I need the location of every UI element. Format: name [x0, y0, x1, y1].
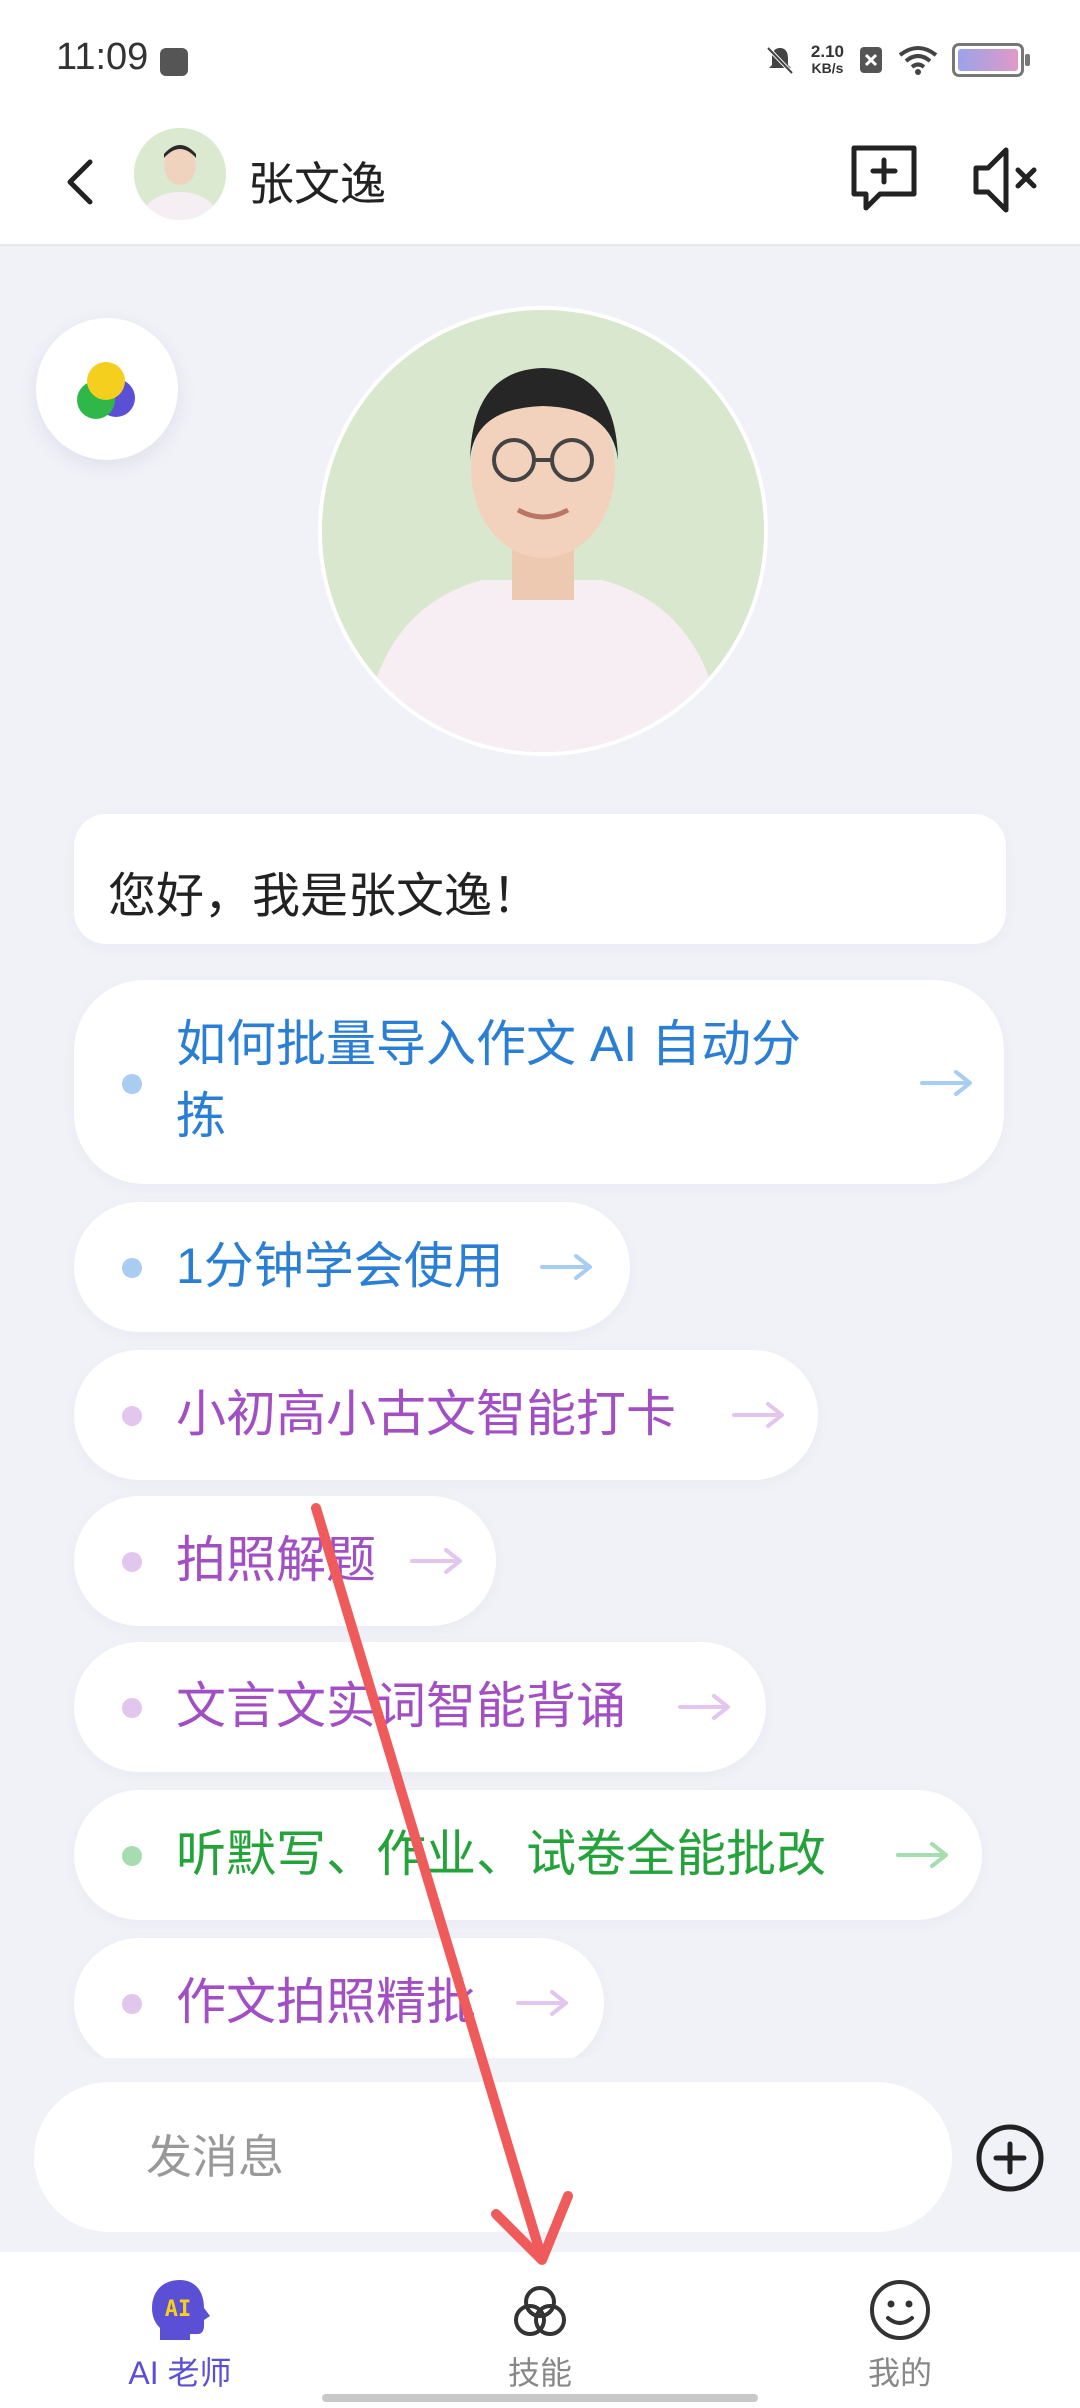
home-indicator[interactable]: [322, 2394, 758, 2402]
bottom-nav: AI AI 老师 技能 我的: [0, 2252, 1080, 2408]
suggestion-chip[interactable]: 小初高小古文智能打卡: [74, 1350, 818, 1480]
svg-text:AI: AI: [165, 2297, 192, 2322]
ai-teacher-icon: AI: [152, 2280, 210, 2340]
bullet-dot: [122, 1698, 142, 1718]
status-bar: 11:09 2.10 KB/s: [0, 0, 1080, 118]
net-speed: 2.10 KB/s: [811, 43, 844, 77]
notification-icon: [160, 48, 188, 76]
message-input[interactable]: [34, 2082, 952, 2232]
contact-name: 张文逸: [248, 158, 386, 210]
nav-item-skills[interactable]: 技能: [410, 2252, 670, 2408]
smiley-icon: [870, 2280, 930, 2340]
bullet-dot: [122, 1552, 142, 1572]
bullet-dot: [122, 1258, 142, 1278]
net-speed-value: 2.10: [810, 42, 844, 61]
logo-icon: [77, 362, 135, 419]
suggestion-chip[interactable]: 拍照解题: [74, 1496, 496, 1626]
bullet-dot: [122, 1074, 142, 1094]
suggestion-label: 作文拍照精批: [176, 1974, 476, 2030]
arrow-right-icon: [896, 1842, 948, 1868]
status-icons: 2.10 KB/s: [763, 40, 1030, 80]
chat-header: 张文逸: [0, 118, 1080, 246]
suggestion-label: 如何批量导入作文 AI 自动分: [176, 1016, 802, 1072]
net-speed-unit: KB/s: [811, 60, 844, 76]
profile-photo: [318, 306, 768, 756]
bullet-dot: [122, 1994, 142, 2014]
arrow-right-icon: [920, 1070, 972, 1096]
nav-item-mine[interactable]: 我的: [770, 2252, 1030, 2408]
suggestion-chip[interactable]: 1分钟学会使用: [74, 1202, 630, 1332]
suggestion-label: 文言文实词智能背诵: [176, 1678, 626, 1734]
app-logo-button[interactable]: [36, 318, 178, 460]
add-attachment-icon[interactable]: [974, 2122, 1046, 2194]
battery-icon: [952, 43, 1030, 77]
skills-icon: [514, 2286, 566, 2336]
status-time: 11:09: [56, 36, 149, 78]
greeting-text: 您好，我是张文逸！: [108, 870, 541, 923]
suggestion-label: 小初高小古文智能打卡: [176, 1386, 676, 1442]
suggestion-chip[interactable]: 作文拍照精批: [74, 1938, 604, 2068]
arrow-right-icon: [678, 1694, 730, 1720]
bullet-dot: [122, 1406, 142, 1426]
arrow-right-icon: [540, 1254, 592, 1280]
sim-off-icon: [860, 47, 882, 73]
nav-label: 技能: [507, 2355, 572, 2391]
nav-label: AI 老师: [128, 2355, 232, 2391]
back-icon[interactable]: [50, 146, 110, 216]
nav-label: 我的: [867, 2355, 932, 2391]
sound-off-icon[interactable]: [966, 140, 1046, 220]
nav-item-ai-teacher[interactable]: AI AI 老师: [50, 2252, 310, 2408]
greeting-bubble: 您好，我是张文逸！: [74, 814, 1006, 944]
suggestion-label: 1分钟学会使用: [176, 1238, 504, 1294]
arrow-right-icon: [410, 1548, 462, 1574]
suggestion-label-line2: 拣: [176, 1088, 226, 1144]
suggestion-chip[interactable]: 文言文实词智能背诵: [74, 1642, 766, 1772]
arrow-right-icon: [516, 1990, 568, 2016]
arrow-right-icon: [732, 1402, 784, 1428]
suggestion-label: 拍照解题: [176, 1532, 376, 1588]
new-chat-icon[interactable]: [844, 138, 924, 218]
mute-bell-icon: [766, 46, 794, 75]
avatar[interactable]: [134, 128, 226, 220]
composer: [0, 2058, 1080, 2252]
bullet-dot: [122, 1846, 142, 1866]
suggestion-label: 听默写、作业、试卷全能批改: [176, 1826, 826, 1882]
suggestion-chip[interactable]: 如何批量导入作文 AI 自动分 拣: [74, 980, 1004, 1184]
suggestion-chip[interactable]: 听默写、作业、试卷全能批改: [74, 1790, 982, 1920]
wifi-icon: [898, 46, 938, 75]
